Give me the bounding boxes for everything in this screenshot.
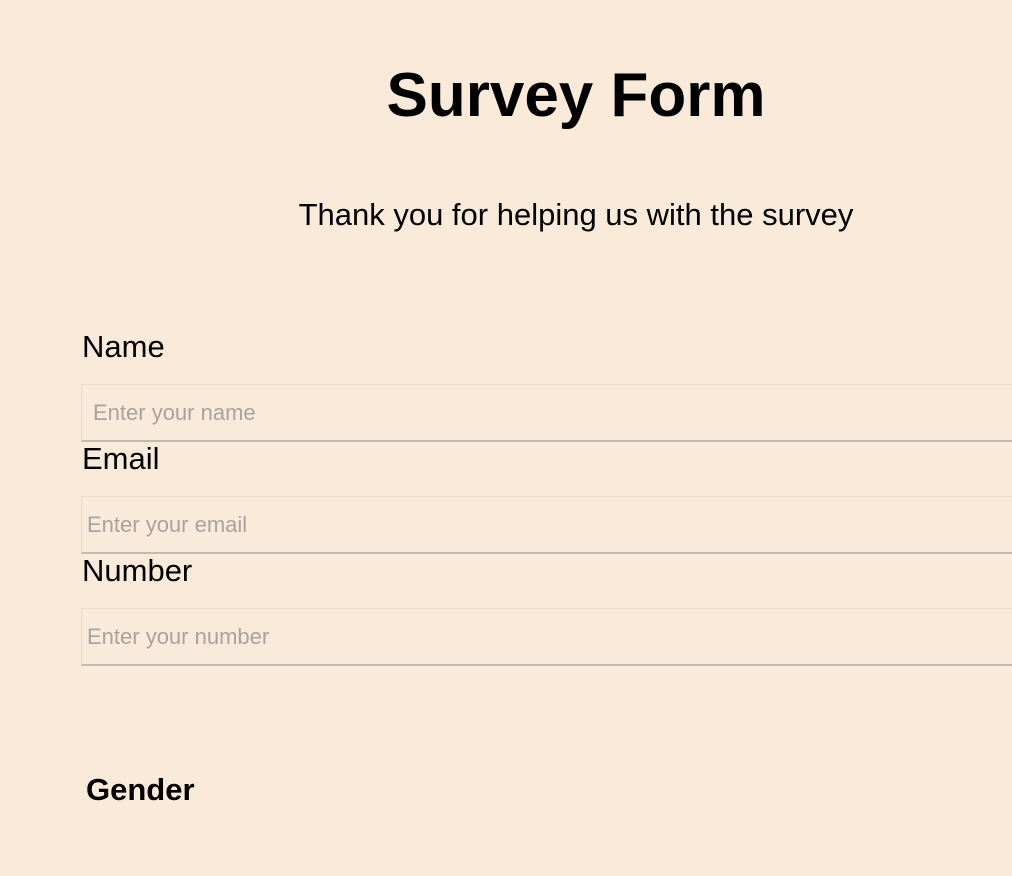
page-subtitle: Thank you for helping us with the survey	[298, 197, 854, 232]
number-label: Number	[82, 553, 193, 588]
email-input[interactable]	[81, 496, 1012, 554]
email-label: Email	[82, 441, 160, 476]
page-title: Survey Form	[386, 61, 766, 130]
name-label: Name	[82, 329, 165, 364]
name-input[interactable]	[81, 384, 1012, 442]
gender-heading: Gender	[86, 772, 195, 807]
number-input[interactable]	[81, 608, 1012, 666]
